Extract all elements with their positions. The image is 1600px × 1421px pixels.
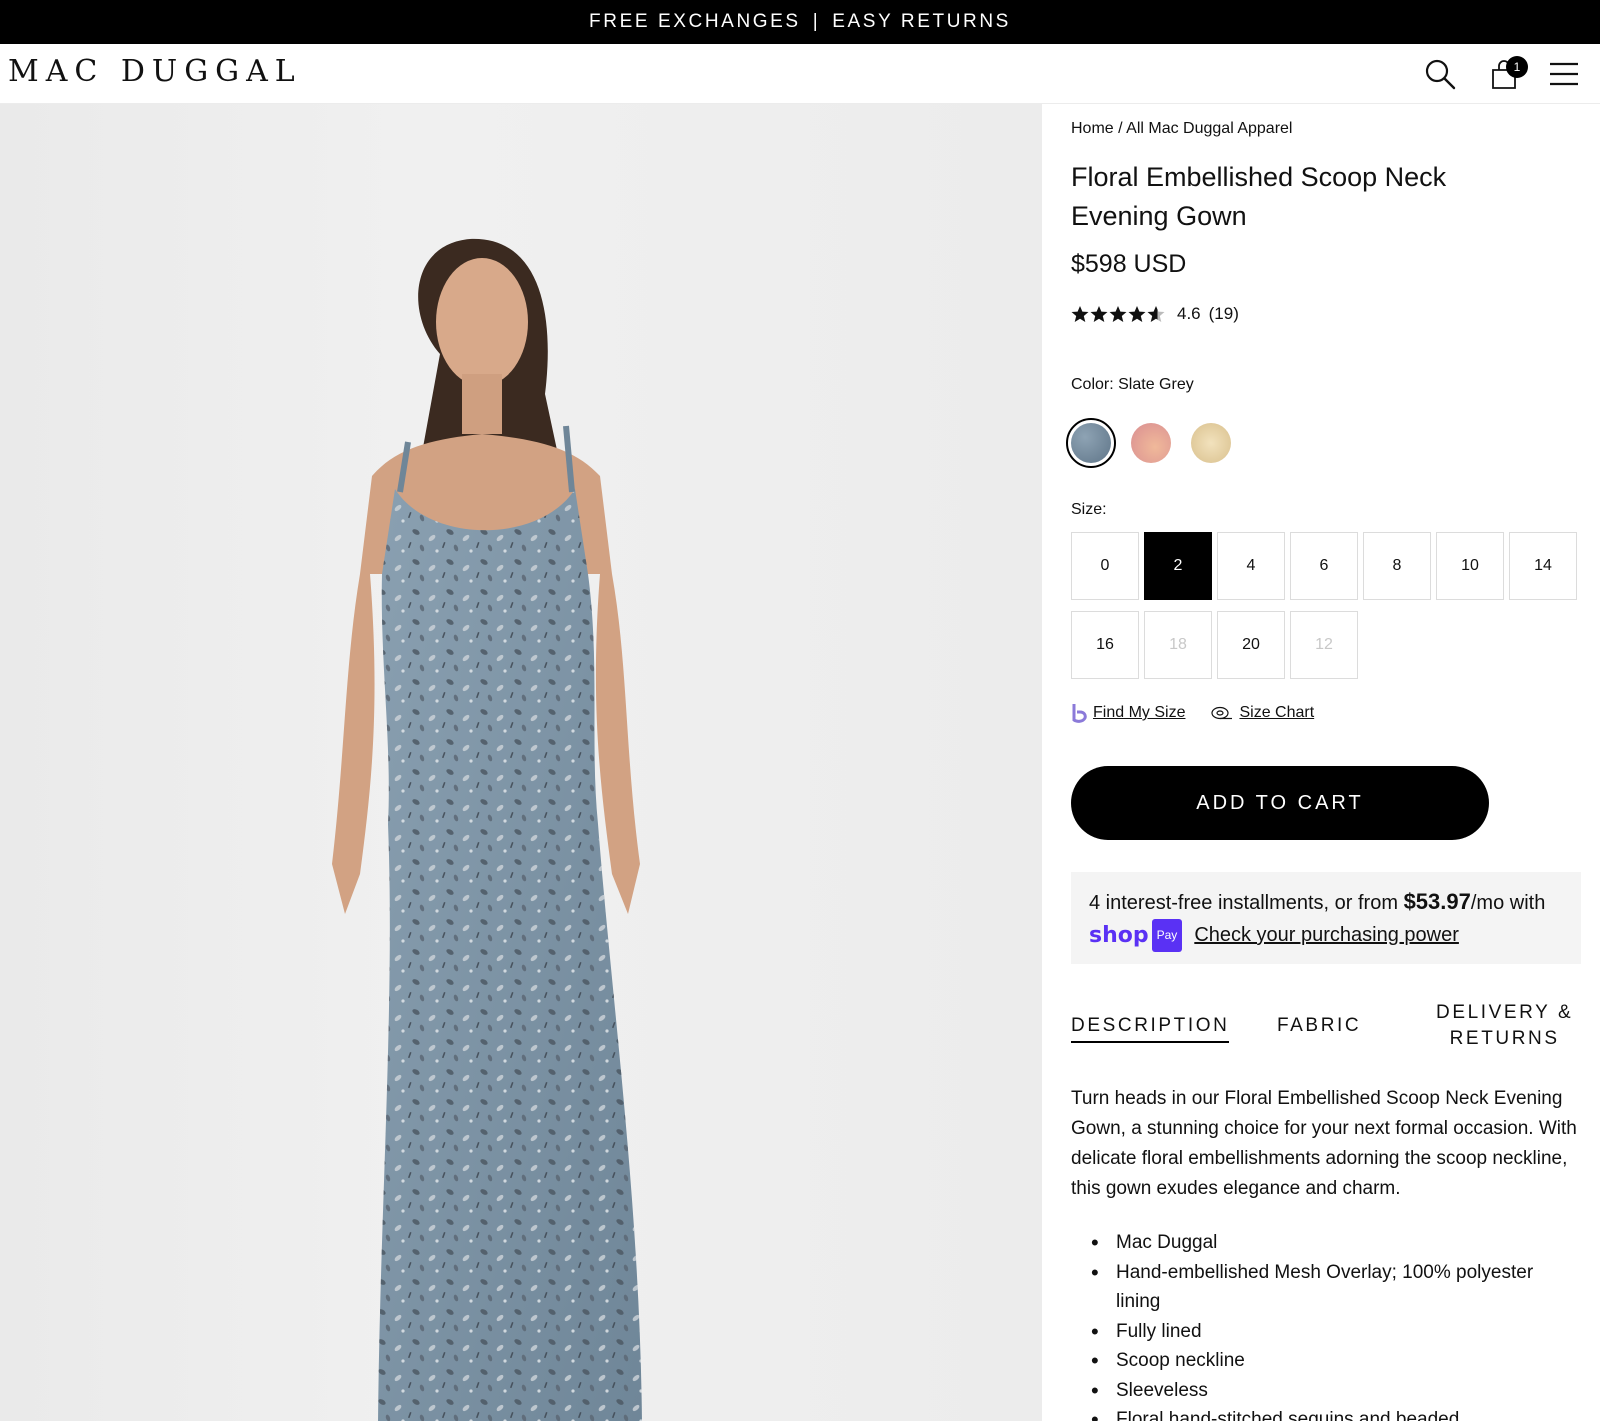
site-header: MAC DUGGAL 1 [0,44,1600,104]
tab-delivery-line2: RETURNS [1449,1028,1560,1049]
shoppay-installments: 4 interest-free installments, or from $5… [1071,872,1581,964]
size-option[interactable]: 20 [1217,611,1285,679]
tab-delivery-returns[interactable]: DELIVERY & RETURNS [1436,1000,1573,1052]
shoppay-suffix: /mo with [1470,892,1546,914]
product-features-list: Mac Duggal Hand-embellished Mesh Overlay… [1091,1228,1581,1421]
measuring-tape-icon [1211,706,1233,720]
size-selector: 0 2 4 6 8 10 14 16 18 20 12 [1071,532,1581,679]
color-label: Color: Slate Grey [1071,376,1194,393]
tab-fabric[interactable]: FABRIC [1277,1013,1361,1039]
shoppay-amount: $53.97 [1403,889,1471,914]
find-my-size-link[interactable]: Find My Size [1071,702,1185,724]
find-my-size-icon [1072,704,1087,723]
model-dress-illustration [332,238,642,1421]
breadcrumb-separator: / [1118,120,1123,137]
size-option[interactable]: 6 [1290,532,1358,600]
swatch-champagne[interactable] [1186,418,1236,468]
size-chart-link[interactable]: Size Chart [1211,704,1314,722]
brand-logo[interactable]: MAC DUGGAL [8,54,302,89]
breadcrumb: Home / All Mac Duggal Apparel [1071,120,1292,138]
feature-item: Sleeveless [1091,1376,1581,1406]
rating-count: (19) [1208,304,1239,323]
size-option[interactable]: 10 [1436,532,1504,600]
check-purchasing-power-link[interactable]: Check your purchasing power [1194,920,1459,951]
size-option[interactable]: 0 [1071,532,1139,600]
color-swatches [1066,418,1236,468]
size-option[interactable]: 14 [1509,532,1577,600]
breadcrumb-home[interactable]: Home [1071,120,1114,137]
tab-delivery-line1: DELIVERY & [1436,1002,1574,1023]
product-price: $598 USD [1071,250,1187,278]
product-image[interactable] [0,104,1042,1421]
rating-value: 4.6 [1177,304,1201,323]
swatch-slate-grey-dot [1071,423,1111,463]
size-option[interactable]: 2 [1144,532,1212,600]
announcement-exchanges: FREE EXCHANGES [589,11,801,32]
shoppay-prefix: 4 interest-free installments, or from [1089,892,1398,914]
swatch-blush-dot [1131,423,1171,463]
feature-item: Scoop neckline [1091,1346,1581,1376]
feature-item: Hand-embellished Mesh Overlay; 100% poly… [1091,1258,1581,1317]
product-rating[interactable]: 4.6 (19) [1071,304,1239,324]
size-option[interactable]: 16 [1071,611,1139,679]
size-option[interactable]: 4 [1217,532,1285,600]
shoppay-logo-pay: Pay [1151,919,1183,952]
product-title: Floral Embellished Scoop Neck Evening Go… [1071,162,1447,231]
tab-description[interactable]: DESCRIPTION [1071,1013,1230,1043]
size-option[interactable]: 8 [1363,532,1431,600]
find-my-size-label[interactable]: Find My Size [1093,704,1185,722]
feature-item: Mac Duggal [1091,1228,1581,1258]
swatch-champagne-dot [1191,423,1231,463]
announcement-returns: EASY RETURNS [832,11,1011,32]
announcement-separator: | [812,11,821,32]
size-label: Size: [1071,501,1107,518]
cart-icon[interactable]: 1 [1486,56,1528,92]
feature-item: Floral hand-stitched sequins and beaded [1091,1405,1581,1421]
product-detail-tabs: DESCRIPTION FABRIC DELIVERY & RETURNS [1071,1000,1581,1062]
shoppay-logo: shop Pay [1089,919,1183,952]
breadcrumb-current[interactable]: All Mac Duggal Apparel [1126,120,1292,137]
swatch-slate-grey[interactable] [1066,418,1116,468]
search-icon[interactable] [1422,56,1458,92]
product-description: Turn heads in our Floral Embellished Sco… [1071,1088,1577,1199]
feature-item: Fully lined [1091,1317,1581,1347]
size-option-unavailable[interactable]: 12 [1290,611,1358,679]
size-chart-label[interactable]: Size Chart [1239,704,1314,722]
shoppay-logo-shop: shop [1089,923,1149,948]
rating-stars [1071,305,1167,323]
announcement-bar: FREE EXCHANGES | EASY RETURNS [0,0,1600,44]
size-links: Find My Size Size Chart [1071,702,1340,724]
cart-count-badge: 1 [1506,56,1528,78]
hamburger-menu-icon[interactable] [1546,56,1582,92]
add-to-cart-button[interactable]: ADD TO CART [1071,766,1489,840]
size-option-unavailable[interactable]: 18 [1144,611,1212,679]
swatch-blush[interactable] [1126,418,1176,468]
